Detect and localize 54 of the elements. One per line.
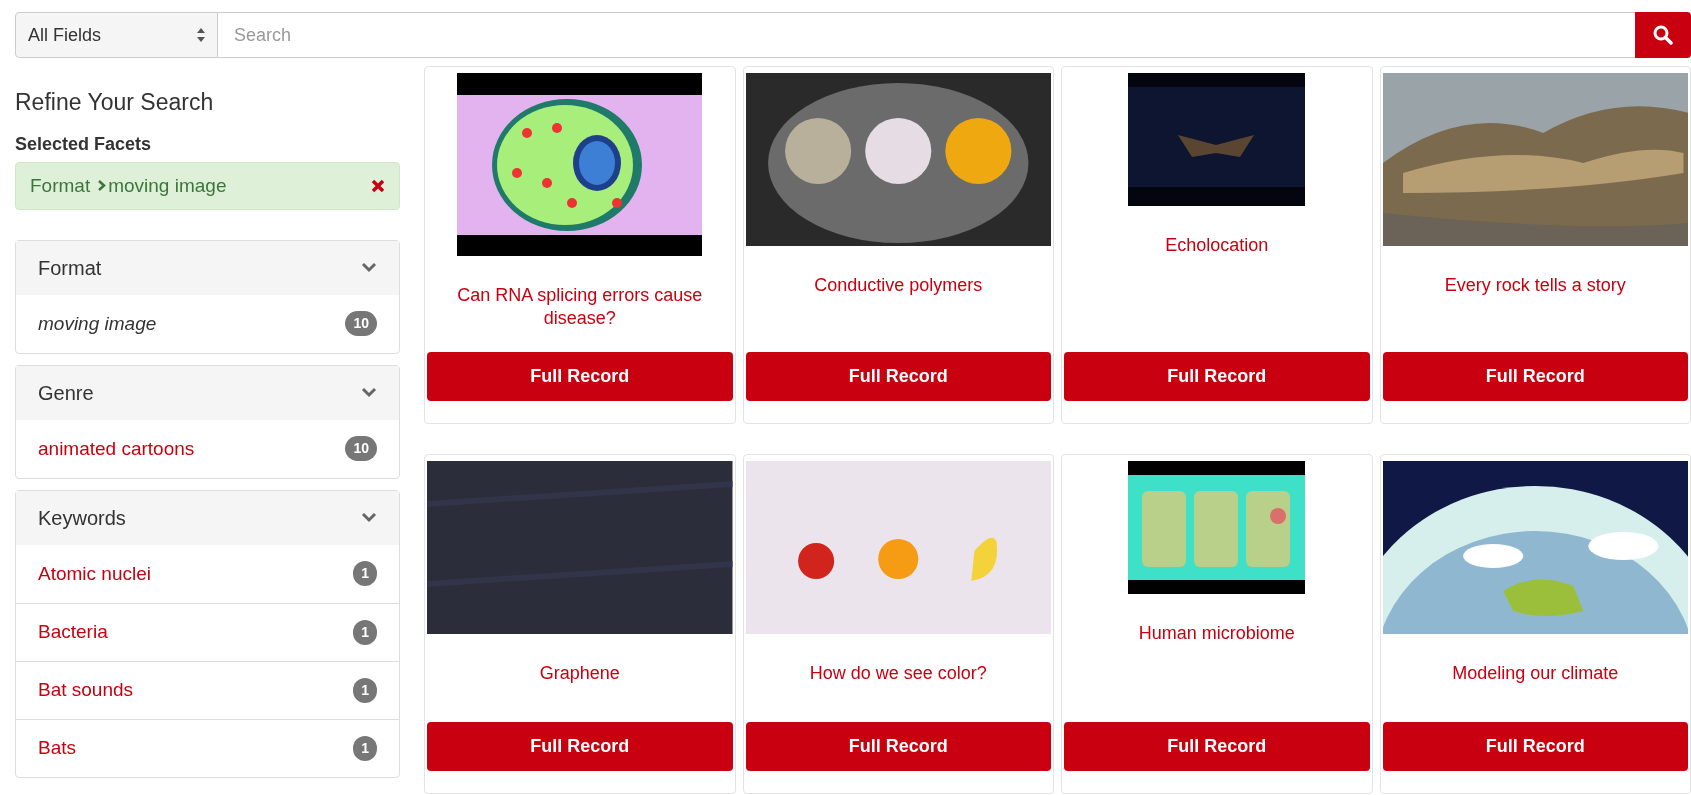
facet-item[interactable]: Bat sounds 1	[16, 660, 399, 719]
result-title[interactable]: Modeling our climate	[1452, 662, 1619, 685]
sidebar-title: Refine Your Search	[15, 88, 215, 117]
facet-item[interactable]: moving image 10	[16, 294, 399, 353]
facet-header[interactable]: Genre	[16, 365, 399, 420]
result-title[interactable]: How do we see color?	[809, 662, 987, 685]
facet-item-label: Atomic nuclei	[38, 561, 151, 586]
search-field[interactable]: Search	[218, 12, 1635, 58]
result-title[interactable]: Graphene	[539, 662, 620, 685]
result-title[interactable]: Can RNA splicing errors cause disease?	[439, 284, 721, 329]
facet-item-label: Bats	[38, 736, 77, 760]
count-badge: 10	[345, 436, 377, 462]
field-select[interactable]: All Fields	[15, 12, 218, 58]
facet-item[interactable]: Bats 1	[16, 718, 399, 777]
full-record-button[interactable]: Full Record	[745, 352, 1051, 401]
facet-item-label: animated cartoons	[38, 436, 195, 461]
facet-item[interactable]: Bacteria 1	[16, 602, 399, 661]
count-badge: 1	[353, 677, 377, 703]
full-record-button[interactable]: Full Record	[745, 722, 1051, 771]
facet-item[interactable]: animated cartoons 10	[16, 419, 399, 478]
search-button[interactable]	[1635, 12, 1691, 58]
result-title[interactable]: Every rock tells a story	[1444, 274, 1626, 297]
selected-facets-heading: Selected Facets	[15, 132, 153, 156]
full-record-button[interactable]: Full Record	[1382, 722, 1688, 771]
facet-title: Keywords	[38, 505, 126, 531]
full-record-button[interactable]: Full Record	[1382, 352, 1688, 401]
facet-header[interactable]: Keywords	[16, 490, 399, 545]
facet-title: Format	[38, 255, 102, 281]
count-badge: 10	[345, 311, 377, 337]
facet-item-label: Bacteria	[38, 620, 108, 644]
result-title[interactable]: Echolocation	[1165, 234, 1269, 257]
result-title[interactable]: Human microbiome	[1138, 622, 1295, 645]
result-title[interactable]: Conductive polymers	[814, 274, 983, 297]
chevron-down-icon	[361, 262, 377, 274]
facet-value: moving image	[108, 173, 227, 198]
sort-arrows-icon	[197, 28, 205, 42]
facet-header[interactable]: Format	[16, 240, 399, 295]
chevron-down-icon	[361, 512, 377, 524]
chevron-right-icon	[98, 180, 107, 192]
facet-item-label: Bat sounds	[38, 678, 134, 702]
facet-field: Format	[30, 171, 91, 200]
count-badge: 1	[353, 735, 377, 761]
facet-title: Genre	[38, 380, 94, 406]
facet-item-label: moving image	[38, 311, 157, 336]
full-record-button[interactable]: Full Record	[1064, 352, 1370, 401]
full-record-button[interactable]: Full Record	[427, 722, 733, 771]
full-record-button[interactable]: Full Record	[427, 352, 733, 401]
count-badge: 1	[353, 561, 377, 587]
remove-icon[interactable]	[371, 178, 385, 193]
full-record-button[interactable]: Full Record	[1064, 722, 1370, 771]
count-badge: 1	[353, 619, 377, 645]
chevron-down-icon	[361, 387, 377, 399]
search-icon	[1653, 25, 1673, 45]
facet-item[interactable]: Atomic nuclei 1	[16, 544, 399, 603]
